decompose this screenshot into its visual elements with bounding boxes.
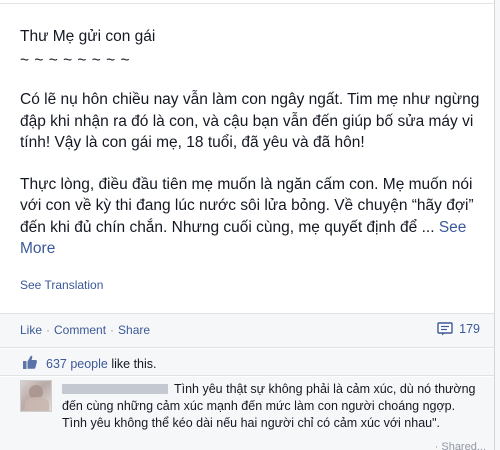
comment-item: Tình yêu thật sự không phải là cảm xúc, … <box>0 377 494 450</box>
post-actions-bar: Like · Comment · Share 179 <box>0 314 494 348</box>
scrollbar-gutter[interactable] <box>494 0 500 450</box>
action-links: Like · Comment · Share <box>20 323 150 337</box>
share-button[interactable]: Share <box>118 323 150 337</box>
post-paragraph-2: Thực lòng, điều đầu tiên mẹ muốn là ngăn… <box>20 174 488 260</box>
post-body: Thư Mẹ gửi con gái ~ ~ ~ ~ ~ ~ ~ ~ Có lẽ… <box>20 26 488 260</box>
separator: · <box>110 323 115 337</box>
likes-people-link[interactable]: 637 people <box>46 357 108 371</box>
comment-text: Tình yêu thật sự không phải là cảm xúc, … <box>62 382 476 430</box>
comment-count: 179 <box>459 322 480 336</box>
likes-suffix: like this. <box>111 356 157 371</box>
separator: · <box>46 323 51 337</box>
comment-count-button[interactable]: 179 <box>437 322 480 336</box>
avatar-blur <box>25 397 49 411</box>
post-title: Thư Mẹ gửi con gái <box>20 28 156 45</box>
comment-button[interactable]: Comment <box>54 323 106 337</box>
post-decoration: ~ ~ ~ ~ ~ ~ ~ ~ <box>20 51 131 69</box>
likes-text: 637 people like this. <box>46 357 157 371</box>
top-divider <box>0 0 494 4</box>
thumbs-up-icon <box>22 354 38 373</box>
avatar[interactable] <box>20 380 52 412</box>
facebook-post: Thư Mẹ gửi con gái ~ ~ ~ ~ ~ ~ ~ ~ Có lẽ… <box>0 0 500 450</box>
see-translation-link[interactable]: See Translation <box>20 278 103 292</box>
like-button[interactable]: Like <box>20 323 42 337</box>
likes-inner: 637 people like this. <box>22 354 157 373</box>
comment-bubble-icon <box>437 322 453 336</box>
comment-footer: · Shared... <box>434 441 486 450</box>
post-paragraph-1: Có lẽ nụ hôn chiều nay vẫn làm con ngây … <box>20 91 480 151</box>
post-paragraph-2-text: Thực lòng, điều đầu tiên mẹ muốn là ngăn… <box>20 175 474 236</box>
likes-summary: 637 people like this. <box>0 349 494 376</box>
